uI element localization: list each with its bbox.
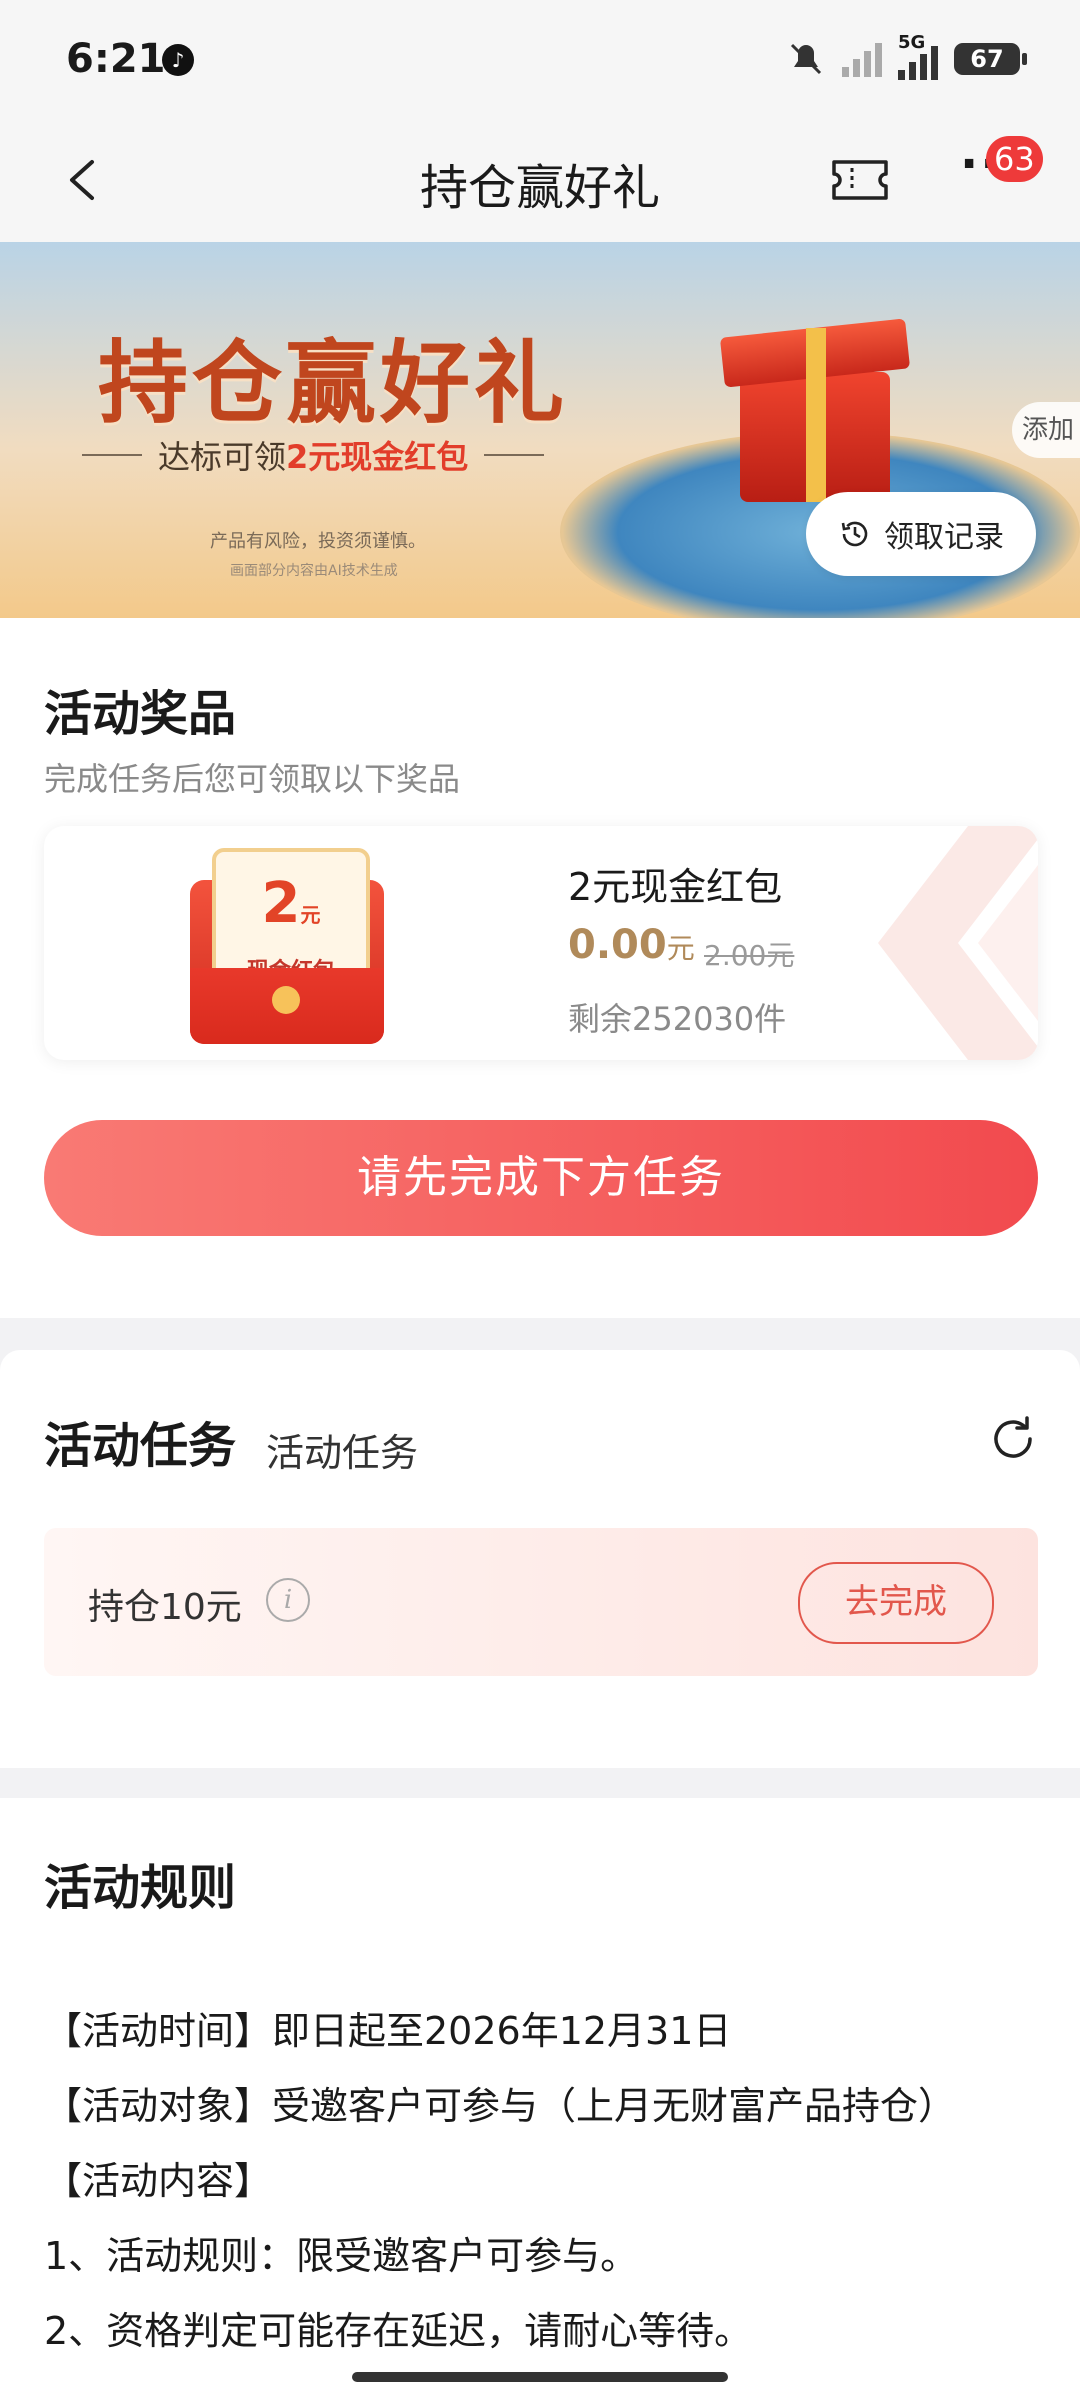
chevron-decoration-icon xyxy=(878,826,1038,1060)
network-type: 5G xyxy=(898,32,926,53)
status-bar: 6:21 ♪ 5G 67 xyxy=(0,0,1080,120)
claim-record-label: 领取记录 xyxy=(884,520,1004,555)
status-icons: 5G 67 xyxy=(786,32,1027,80)
banner-subtitle-highlight: 2元现金红包 xyxy=(286,438,469,476)
refresh-icon[interactable] xyxy=(986,1412,1040,1466)
prize-original-price: 2.00元 xyxy=(704,939,795,972)
red-envelope-icon: 2元 现金红包 xyxy=(190,848,384,1044)
banner-subtitle-prefix: 达标可领 xyxy=(158,438,287,476)
home-indicator[interactable] xyxy=(352,2372,728,2382)
ai-note: 画面部分内容由AI技术生成 xyxy=(230,563,398,579)
prize-remaining: 剩余252030件 xyxy=(568,1000,787,1038)
hero-banner: 持仓赢好礼 达标可领2元现金红包 产品有风险，投资须谨慎。 画面部分内容由AI技… xyxy=(0,242,1080,618)
prize-name: 2元现金红包 xyxy=(568,865,783,909)
history-icon xyxy=(841,521,868,547)
mute-icon xyxy=(790,43,822,75)
prizes-title: 活动奖品 xyxy=(44,686,237,742)
banner-title: 持仓赢好礼 xyxy=(98,330,568,436)
battery-icon: 67 xyxy=(954,43,1027,75)
prize-price-unit: 元 xyxy=(666,932,695,965)
tasks-subtitle: 活动任务 xyxy=(266,1431,419,1475)
add-button[interactable]: 添加 xyxy=(1012,402,1080,458)
rule-line: 【活动内容】 xyxy=(44,2159,273,2203)
complete-tasks-button[interactable]: 请先完成下方任务 xyxy=(44,1120,1038,1236)
rules-section: 活动规则 【活动时间】即日起至2026年12月31日 【活动对象】受邀客户可参与… xyxy=(0,1798,1080,2400)
prizes-subtitle: 完成任务后您可领取以下奖品 xyxy=(44,760,461,798)
info-icon[interactable]: i xyxy=(266,1578,310,1622)
rules-title: 活动规则 xyxy=(44,1860,237,1916)
rule-line: 【活动时间】即日起至2026年12月31日 xyxy=(44,2009,732,2053)
tiktok-icon: ♪ xyxy=(162,44,194,76)
ticket-icon[interactable] xyxy=(830,158,890,202)
banner-subtitle: 达标可领2元现金红包 xyxy=(82,432,545,478)
task-name: 持仓10元 xyxy=(88,1587,242,1628)
gift-box-ribbon xyxy=(806,328,826,502)
claim-record-button[interactable]: 领取记录 xyxy=(806,492,1036,576)
envelope-unit: 元 xyxy=(300,903,321,927)
rule-line: 2、资格判定可能存在延迟，请耐心等待。 xyxy=(44,2309,753,2353)
rule-line: 【活动对象】受邀客户可参与（上月无财富产品持仓） xyxy=(44,2084,957,2128)
tasks-title: 活动任务 xyxy=(44,1418,237,1474)
prize-price: 0.00元 xyxy=(568,922,695,968)
task-item: 持仓10元 i 去完成 xyxy=(44,1528,1038,1676)
tasks-section: 活动任务 活动任务 持仓10元 i 去完成 xyxy=(0,1350,1080,1768)
notification-badge: 63 xyxy=(986,136,1043,182)
prize-card[interactable]: 2元 现金红包 2元现金红包 0.00元 2.00元 剩余252030件 xyxy=(44,826,1038,1060)
prizes-section: 活动奖品 完成任务后您可领取以下奖品 2元 现金红包 2元现金红包 0.00元 … xyxy=(0,618,1080,1318)
envelope-amount: 2 xyxy=(261,871,301,936)
rule-line: 1、活动规则：限受邀客户可参与。 xyxy=(44,2234,639,2278)
signal-icon xyxy=(842,41,882,77)
risk-note: 产品有风险，投资须谨慎。 xyxy=(210,531,426,552)
go-complete-button[interactable]: 去完成 xyxy=(798,1562,994,1644)
page-title: 持仓赢好礼 xyxy=(419,160,660,216)
nav-bar: 持仓赢好礼 ··· 63 xyxy=(0,120,1080,242)
signal-5g-icon: 5G xyxy=(898,32,938,80)
status-time: 6:21 xyxy=(66,36,166,82)
rules-list: 【活动时间】即日起至2026年12月31日 【活动对象】受邀客户可参与（上月无财… xyxy=(44,1994,1044,2369)
prize-price-value: 0.00 xyxy=(568,922,667,968)
